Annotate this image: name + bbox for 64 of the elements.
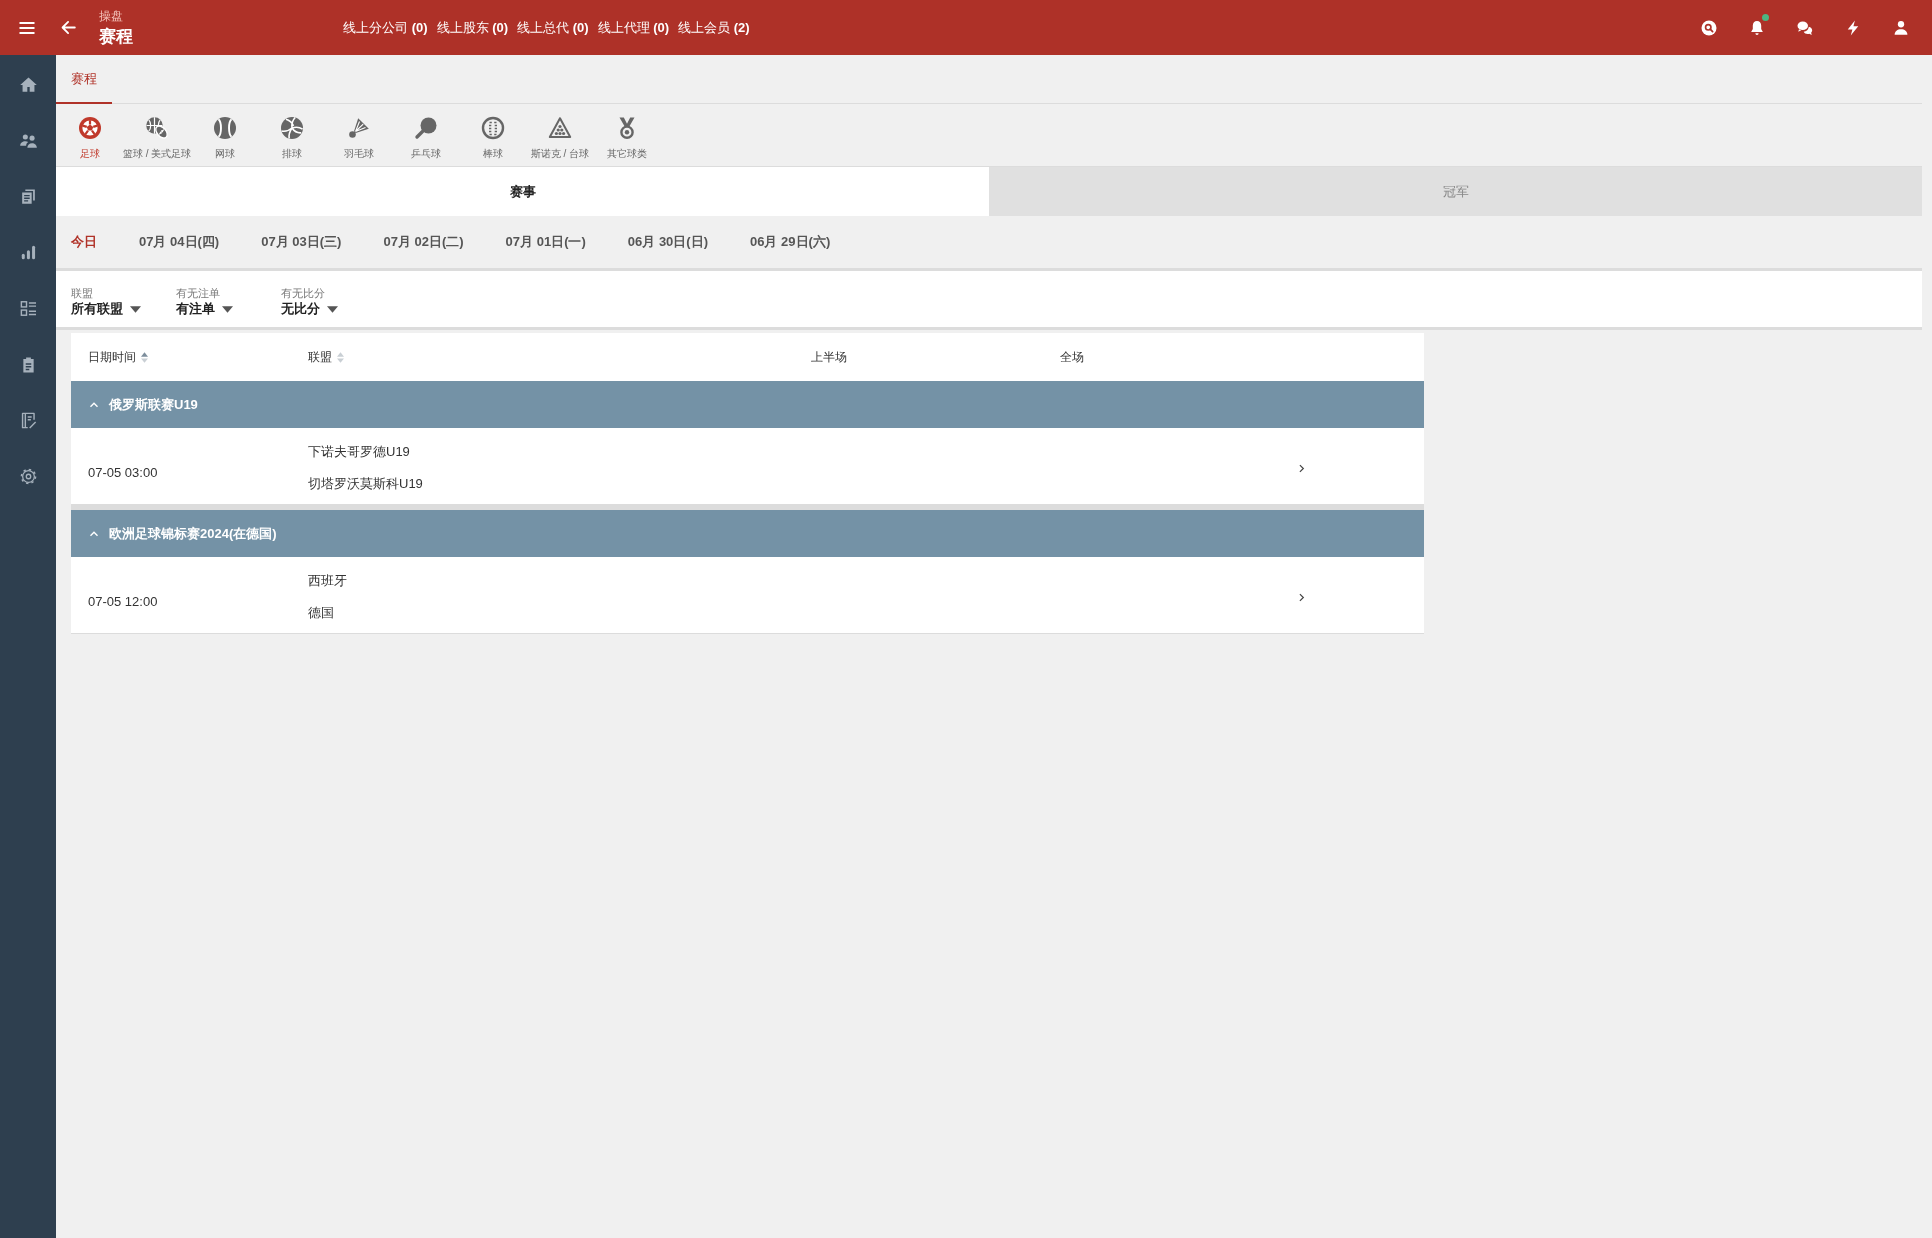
bell-icon[interactable]	[1748, 18, 1766, 37]
date-tab[interactable]: 07月 02日(二)	[362, 216, 485, 268]
date-tab[interactable]: 07月 04日(四)	[118, 216, 241, 268]
page-tab[interactable]: 赛程	[56, 56, 112, 104]
filter-dropdown[interactable]: 所有联盟	[71, 300, 141, 318]
shuttlecock-icon	[346, 116, 371, 140]
baseball-icon	[480, 116, 505, 140]
tennis-ball-icon	[212, 116, 237, 140]
sport-tab[interactable]: 足球	[56, 104, 123, 166]
page-subtitle: 操盘	[99, 10, 123, 22]
league-group-header[interactable]: 俄罗斯联赛U19	[71, 381, 1424, 428]
caret-down-icon	[130, 305, 141, 313]
filter-label: 联盟	[71, 286, 93, 300]
team-name: 下诺夫哥罗德U19	[308, 443, 410, 461]
date-tab[interactable]: 今日	[50, 216, 118, 268]
column-header: 全场	[1060, 349, 1084, 366]
filter-dropdown[interactable]: 无比分	[281, 300, 338, 318]
header-link[interactable]: 线上总代 (0)	[517, 17, 589, 38]
sort-icon[interactable]	[141, 351, 148, 363]
date-tab[interactable]: 06月 30日(日)	[606, 216, 729, 268]
header-link[interactable]: 线上会员 (2)	[678, 17, 750, 38]
filter-dropdown[interactable]: 有注单	[176, 300, 233, 318]
sport-tab[interactable]: 网球	[191, 104, 259, 166]
basketball-football-icon	[145, 116, 170, 140]
match-time: 07-05 03:00	[88, 463, 159, 482]
volleyball-icon	[279, 116, 304, 140]
filter-label: 有无比分	[281, 286, 325, 300]
sport-tab[interactable]: 排球	[258, 104, 326, 166]
league-group-header[interactable]: 欧洲足球锦标赛2024(在德国)	[71, 510, 1424, 557]
chevron-right-icon[interactable]	[1296, 462, 1307, 474]
team-name: 切塔罗沃莫斯科U19	[308, 475, 423, 493]
team-name: 西班牙	[308, 572, 347, 590]
soccer-ball-icon	[77, 116, 102, 140]
date-tab[interactable]: 07月 01日(一)	[484, 216, 607, 268]
paddle-icon	[413, 116, 438, 140]
sport-tab[interactable]: 羽毛球	[325, 104, 393, 166]
chevron-right-icon[interactable]	[1296, 591, 1307, 603]
match-time: 07-05 12:00	[88, 592, 159, 611]
sport-tab[interactable]: 棒球	[459, 104, 527, 166]
filter-label: 有无注单	[176, 286, 220, 300]
column-header[interactable]: 联盟	[308, 348, 332, 366]
column-header: 上半场	[811, 349, 847, 366]
sport-tab[interactable]: 乒乓球	[392, 104, 460, 166]
header-link[interactable]: 线上股东 (0)	[436, 17, 509, 38]
home-icon[interactable]	[18, 74, 38, 94]
caret-down-icon	[222, 305, 233, 313]
chat-bubbles-icon[interactable]	[1796, 18, 1814, 37]
header-link[interactable]: 线上代理 (0)	[597, 17, 670, 38]
user-icon[interactable]	[1892, 18, 1910, 37]
date-tab[interactable]: 06月 29日(六)	[729, 216, 852, 268]
search-icon[interactable]	[1700, 18, 1718, 37]
sport-tab[interactable]: 篮球 / 美式足球	[123, 104, 192, 166]
date-tab[interactable]: 07月 03日(三)	[240, 216, 363, 268]
header-link[interactable]: 线上分公司 (0)	[343, 17, 428, 38]
view-tab[interactable]: 赛事	[56, 167, 989, 216]
column-header[interactable]: 日期时间	[88, 348, 136, 366]
sport-tab[interactable]: 其它球类	[593, 104, 661, 166]
page-title: 赛程	[99, 28, 133, 45]
caret-down-icon	[327, 305, 338, 313]
gear-icon[interactable]	[18, 466, 38, 486]
checklist-icon[interactable]	[18, 298, 38, 318]
sport-tab[interactable]: 斯诺克 / 台球	[526, 104, 594, 166]
triangle-balls-icon	[547, 116, 572, 140]
team-name: 德国	[308, 604, 334, 622]
